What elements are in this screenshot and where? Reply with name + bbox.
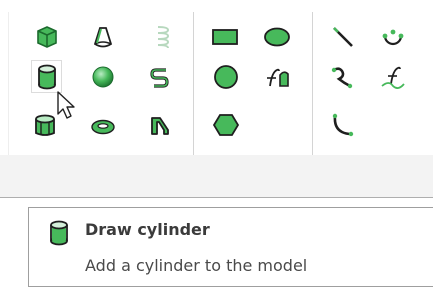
function-curve-icon — [381, 66, 405, 89]
cone-icon — [93, 27, 113, 48]
tooltip: Draw cylinder Add a cylinder to the mode… — [28, 207, 433, 287]
toolbar-footer — [0, 155, 433, 198]
toolbar-left-edge — [8, 12, 9, 155]
draw-arc-button[interactable] — [378, 22, 408, 52]
prism-icon — [35, 114, 55, 136]
divider-line — [0, 197, 433, 198]
tooltip-title: Draw cylinder — [85, 220, 210, 239]
drawing-toolbar — [0, 0, 433, 155]
hexagon-icon — [212, 114, 240, 136]
segment-icon — [333, 27, 353, 47]
group-separator — [193, 12, 194, 155]
draw-torus-button[interactable] — [88, 112, 118, 142]
circle-icon — [214, 65, 238, 89]
tooltip-description: Add a cylinder to the model — [85, 256, 308, 275]
polyline-icon — [331, 67, 353, 89]
draw-box-button[interactable] — [32, 22, 62, 52]
function-area-icon — [267, 68, 289, 87]
draw-polyline-button[interactable] — [328, 62, 358, 92]
draw-segment-button[interactable] — [328, 22, 358, 52]
coil-icon — [150, 68, 169, 88]
ellipse-icon — [264, 27, 290, 47]
rectangle-icon — [212, 29, 238, 45]
spring-icon — [157, 26, 170, 49]
draw-sphere-button[interactable] — [88, 62, 118, 92]
spline-icon — [332, 113, 354, 137]
cylinder-icon — [49, 220, 69, 250]
cylinder-icon — [37, 64, 56, 89]
draw-spring-button[interactable] — [148, 22, 178, 52]
extrusion-icon — [151, 117, 169, 135]
torus-icon — [91, 119, 115, 135]
draw-rectangle-button[interactable] — [210, 22, 240, 52]
draw-cone-button[interactable] — [88, 22, 118, 52]
draw-ellipse-button[interactable] — [262, 22, 292, 52]
sphere-icon — [92, 66, 114, 88]
box-icon — [37, 26, 57, 48]
draw-cylinder-button[interactable] — [31, 60, 62, 93]
draw-polygon-button[interactable] — [211, 110, 241, 140]
draw-spline-button[interactable] — [328, 110, 358, 140]
draw-function-curve-button[interactable] — [378, 62, 408, 92]
draw-function-area-button[interactable] — [262, 63, 292, 93]
group-separator — [312, 12, 313, 155]
draw-circle-button[interactable] — [211, 62, 241, 92]
draw-coil-button[interactable] — [145, 62, 175, 92]
draw-extrusion-button[interactable] — [145, 110, 175, 140]
arc-icon — [382, 29, 404, 46]
draw-prism-button[interactable] — [30, 110, 60, 140]
